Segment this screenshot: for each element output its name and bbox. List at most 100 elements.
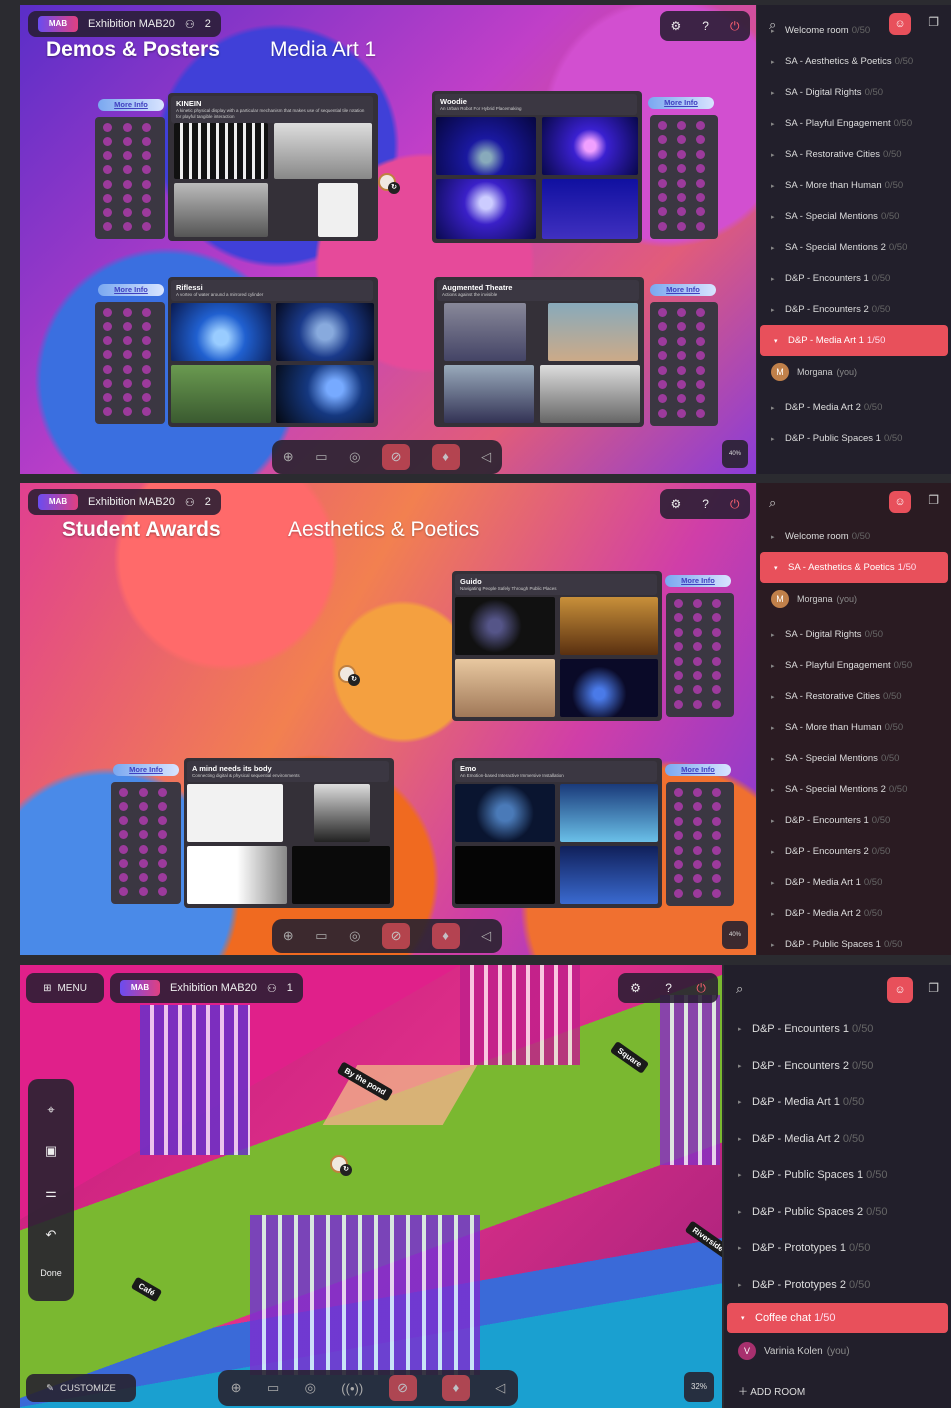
user-avatar-cursor[interactable]: ↻ xyxy=(330,1155,352,1176)
mic-off-icon[interactable]: ♦ xyxy=(431,923,460,949)
screenshare-icon[interactable]: ▭ xyxy=(315,928,327,944)
room-item[interactable]: ▸ D&P - Media Art 2 0/50 xyxy=(757,898,951,929)
chat-icon[interactable]: ◎ xyxy=(305,1380,316,1396)
people-icon[interactable]: ☺ xyxy=(889,13,911,35)
zoom-level[interactable]: 40% xyxy=(722,921,748,949)
image-icon[interactable]: ▣ xyxy=(45,1143,57,1159)
room-item[interactable]: ▸ SA - Special Mentions 0/50 xyxy=(757,201,951,232)
speaker-icon[interactable]: ◁ xyxy=(481,928,491,944)
poster-guido[interactable]: Guido Navigating People Safely Through Pu… xyxy=(452,571,662,721)
room-item[interactable]: ▸ D&P - Public Spaces 1 0/50 xyxy=(724,1157,951,1194)
settings-icon[interactable]: ⚙ xyxy=(630,981,641,995)
room-item[interactable]: ▸ SA - Playful Engagement 0/50 xyxy=(757,650,951,681)
more-info-link[interactable]: More Info xyxy=(98,284,164,296)
camera-off-icon[interactable]: ⊘ xyxy=(382,923,411,949)
room-item[interactable]: ▸ D&P - Public Spaces 1 0/50 xyxy=(757,423,951,454)
room-item[interactable]: ▸ SA - Special Mentions 2 0/50 xyxy=(757,774,951,805)
room-item[interactable]: ▸ SA - Digital Rights 0/50 xyxy=(757,77,951,108)
user-avatar-cursor[interactable]: ↻ xyxy=(338,665,360,686)
room-item[interactable]: ▸ SA - Restorative Cities 0/50 xyxy=(757,681,951,712)
exhibition-bar[interactable]: MAB Exhibition MAB20 ⚇ 2 xyxy=(28,11,221,37)
done-button[interactable]: Done xyxy=(40,1268,62,1278)
virtual-space-canvas[interactable]: MAB Exhibition MAB20 ⚇ 2 ⚙ ? ⏻ Demos & P… xyxy=(20,5,756,474)
power-icon[interactable]: ⏻ xyxy=(730,19,740,34)
exhibition-bar[interactable]: MAB Exhibition MAB20 ⚇ 1 xyxy=(110,973,303,1003)
room-item[interactable]: ▸ D&P - Public Spaces 1 0/50 xyxy=(757,929,951,955)
seat-grid[interactable] xyxy=(650,115,718,239)
more-info-link[interactable]: More Info xyxy=(665,575,731,587)
people-icon[interactable]: ☺ xyxy=(887,977,913,1003)
user-avatar-cursor[interactable]: ↻ xyxy=(378,173,400,194)
seat-grid[interactable] xyxy=(650,302,718,426)
chat-bubbles-icon[interactable]: ❐ xyxy=(928,981,939,995)
room-item[interactable]: ▸ D&P - Prototypes 2 0/50 xyxy=(724,1267,951,1304)
poster-a-mind-needs-its-body[interactable]: A mind needs its body Connecting digital … xyxy=(184,758,394,908)
room-item-active[interactable]: ▾ SA - Aesthetics & Poetics 1/50 xyxy=(760,552,948,583)
room-item[interactable]: ▸ D&P - Encounters 2 0/50 xyxy=(724,1048,951,1085)
power-icon[interactable]: ⏻ xyxy=(696,981,706,996)
add-room-button[interactable]: ＋ ADD ROOM xyxy=(738,1383,805,1398)
room-item[interactable]: ▸ SA - Playful Engagement 0/50 xyxy=(757,108,951,139)
room-item-active[interactable]: ▾ D&P - Media Art 1 1/50 xyxy=(760,325,948,356)
location-pin-icon[interactable]: ⌖ xyxy=(47,1102,54,1118)
room-item[interactable]: ▸ SA - More than Human 0/50 xyxy=(757,170,951,201)
seat-grid[interactable] xyxy=(111,782,181,904)
screenshare-icon[interactable]: ▭ xyxy=(315,449,327,465)
zoom-level[interactable]: 40% xyxy=(722,440,748,468)
room-item[interactable]: ▸ D&P - Encounters 1 0/50 xyxy=(757,805,951,836)
more-info-link[interactable]: More Info xyxy=(113,764,179,776)
search-icon[interactable]: ⌕ xyxy=(769,495,776,511)
room-item[interactable]: ▸ D&P - Media Art 1 0/50 xyxy=(724,1084,951,1121)
poster-emo[interactable]: Emo An Emotion-based Interactive Immersiv… xyxy=(452,758,662,908)
chat-icon[interactable]: ◎ xyxy=(349,928,360,944)
room-item[interactable]: ▸ Welcome room 0/50 xyxy=(757,521,951,552)
broadcast-icon[interactable]: ((•)) xyxy=(341,1381,363,1396)
undo-icon[interactable]: ↶ xyxy=(46,1227,57,1243)
room-item[interactable]: ▸ D&P - Prototypes 1 0/50 xyxy=(724,1230,951,1267)
room-item[interactable]: ▸ D&P - Media Art 2 0/50 xyxy=(757,392,951,423)
camera-off-icon[interactable]: ⊘ xyxy=(382,444,411,470)
add-icon[interactable]: ⊕ xyxy=(231,1380,242,1396)
more-info-link[interactable]: More Info xyxy=(665,764,731,776)
room-item[interactable]: ▸ SA - More than Human 0/50 xyxy=(757,712,951,743)
room-item[interactable]: ▸ SA - Digital Rights 0/50 xyxy=(757,619,951,650)
sliders-icon[interactable]: ⚌ xyxy=(45,1185,57,1201)
chat-bubbles-icon[interactable]: ❐ xyxy=(928,15,939,29)
chat-bubbles-icon[interactable]: ❐ xyxy=(928,493,939,507)
room-item[interactable]: ▸ D&P - Encounters 1 0/50 xyxy=(757,263,951,294)
more-info-link[interactable]: More Info xyxy=(648,97,714,109)
room-item[interactable]: ▸ SA - Special Mentions 2 0/50 xyxy=(757,232,951,263)
poster-augmented-theatre[interactable]: Augmented Theatre Actions against the inv… xyxy=(434,277,644,427)
help-icon[interactable]: ? xyxy=(702,497,709,511)
room-user[interactable]: M Morgana (you) xyxy=(757,356,951,388)
chat-icon[interactable]: ◎ xyxy=(349,449,360,465)
more-info-link[interactable]: More Info xyxy=(98,99,164,111)
search-icon[interactable]: ⌕ xyxy=(769,17,776,33)
poster-woodie[interactable]: Woodie An Urban Robot For Hybrid Placemak… xyxy=(432,91,642,243)
help-icon[interactable]: ? xyxy=(665,981,672,995)
people-icon[interactable]: ☺ xyxy=(889,491,911,513)
settings-icon[interactable]: ⚙ xyxy=(671,19,682,33)
room-item[interactable]: ▸ SA - Aesthetics & Poetics 0/50 xyxy=(757,46,951,77)
camera-off-icon[interactable]: ⊘ xyxy=(388,1375,417,1401)
room-item[interactable]: ▸ D&P - Media Art 1 0/50 xyxy=(757,867,951,898)
room-item[interactable]: ▸ SA - Special Mentions 0/50 xyxy=(757,743,951,774)
settings-icon[interactable]: ⚙ xyxy=(671,497,682,511)
poster-riflessi[interactable]: Riflessi A vortex of water around a mirro… xyxy=(168,277,378,427)
speaker-icon[interactable]: ◁ xyxy=(481,449,491,465)
room-item[interactable]: ▸ D&P - Encounters 2 0/50 xyxy=(757,836,951,867)
add-icon[interactable]: ⊕ xyxy=(283,449,294,465)
poster-kinein[interactable]: KINEIN A kinetic physical display with a … xyxy=(168,93,378,241)
speaker-icon[interactable]: ◁ xyxy=(495,1380,505,1396)
room-item[interactable]: ▸ D&P - Media Art 2 0/50 xyxy=(724,1121,951,1158)
add-icon[interactable]: ⊕ xyxy=(283,928,294,944)
room-item[interactable]: ▸ D&P - Public Spaces 2 0/50 xyxy=(724,1194,951,1231)
room-item[interactable]: ▸ SA - Restorative Cities 0/50 xyxy=(757,139,951,170)
zoom-level[interactable]: 32% xyxy=(684,1372,714,1402)
virtual-space-canvas[interactable]: MAB Exhibition MAB20 ⚇ 2 ⚙ ? ⏻ Student A… xyxy=(20,483,756,955)
room-item-active[interactable]: ▾ Coffee chat 1/50 xyxy=(727,1303,948,1333)
help-icon[interactable]: ? xyxy=(702,19,709,33)
seat-grid[interactable] xyxy=(95,302,165,424)
mic-off-icon[interactable]: ♦ xyxy=(441,1375,470,1401)
mic-off-icon[interactable]: ♦ xyxy=(431,444,460,470)
